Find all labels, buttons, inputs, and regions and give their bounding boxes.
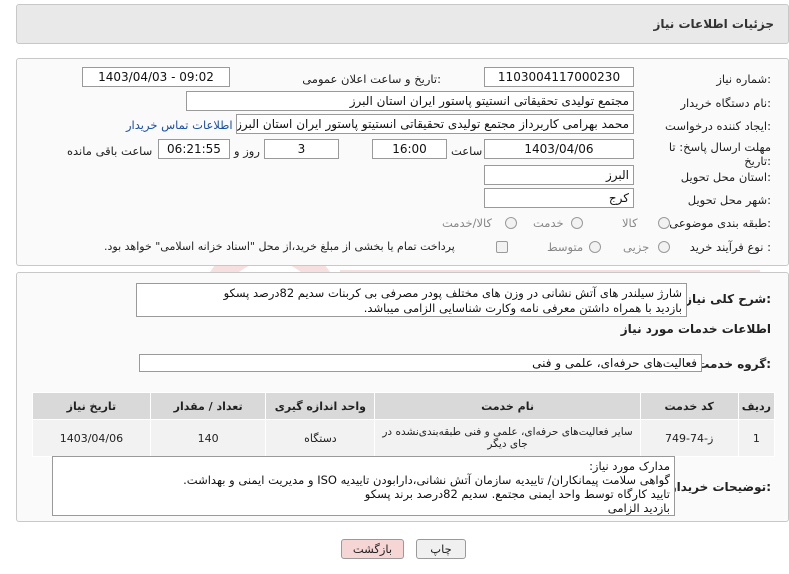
treasury-payment-checkbox[interactable] bbox=[496, 241, 508, 253]
cell-date: 1403/04/06 bbox=[32, 419, 151, 457]
process-label: نوع فرآیند خرید : bbox=[689, 240, 771, 254]
need-number-label: شماره نیاز: bbox=[716, 72, 771, 86]
creator-field: محمد بهرامی کاربرداز مجتمع تولیدی تحقیقا… bbox=[236, 114, 634, 134]
days-field: 3 bbox=[264, 139, 339, 159]
buyer-notes-line-1: مدارک مورد نیاز: bbox=[589, 459, 670, 473]
service-group-field: فعالیت‌های حرفه‌ای، علمی و فنی bbox=[139, 354, 702, 372]
process-minor-radio[interactable] bbox=[658, 241, 670, 253]
col-name: نام خدمت bbox=[374, 392, 641, 420]
table-header-row: ردیف کد خدمت نام خدمت واحد اندازه گیری ت… bbox=[32, 392, 776, 420]
days-label: روز و bbox=[234, 144, 260, 158]
category-service-label: خدمت bbox=[533, 216, 564, 230]
buyer-notes-line-3: تایید کارگاه توسط واحد ایمنی مجتمع. سدیم… bbox=[364, 487, 670, 501]
category-label: طبقه بندی موضوعی: bbox=[669, 216, 771, 230]
deadline-time-field: 16:00 bbox=[372, 139, 447, 159]
buyer-notes-text: مدارک مورد نیاز: گواهی سلامت پیمانکاران/… bbox=[52, 456, 675, 516]
description-line-2: بازدید با همراه داشتن معرفی نامه وکارت ش… bbox=[363, 301, 682, 315]
services-section-title: اطلاعات خدمات مورد نیاز bbox=[620, 322, 771, 336]
buyer-contact-link[interactable]: اطلاعات تماس خریدار bbox=[126, 118, 233, 132]
buyer-label: نام دستگاه خریدار: bbox=[680, 96, 771, 110]
col-code: کد خدمت bbox=[639, 392, 739, 420]
description-line-1: شارژ سیلندر های آتش نشانی در وزن های مخت… bbox=[223, 286, 682, 300]
process-medium-label: متوسط bbox=[547, 240, 584, 254]
page-title: جزئیات اطلاعات نیاز bbox=[653, 17, 774, 31]
category-goods-label: کالا bbox=[622, 216, 638, 230]
deadline-label: مهلت ارسال پاسخ: تا تاریخ: bbox=[668, 140, 771, 168]
creator-label: ایجاد کننده درخواست: bbox=[665, 119, 771, 133]
cell-code: ز-74-749 bbox=[639, 419, 739, 457]
remaining-time-field: 06:21:55 bbox=[158, 139, 230, 159]
cell-unit: دستگاه bbox=[265, 419, 376, 457]
cell-name: سایر فعالیت‌های حرفه‌ای، علمی و فنی طبقه… bbox=[374, 419, 641, 457]
payment-note: پرداخت تمام یا بخشی از مبلغ خرید،از محل … bbox=[104, 240, 455, 253]
deadline-date-field: 1403/04/06 bbox=[484, 139, 634, 159]
announce-field: 1403/04/03 - 09:02 bbox=[82, 67, 230, 87]
need-number-field: 1103004117000230 bbox=[484, 67, 634, 87]
col-row: ردیف bbox=[737, 392, 776, 420]
process-medium-radio[interactable] bbox=[589, 241, 601, 253]
city-field: کرج bbox=[484, 188, 634, 208]
category-goods-radio[interactable] bbox=[658, 217, 670, 229]
buyer-field: مجتمع تولیدی تحقیقاتی انستیتو پاستور ایر… bbox=[186, 91, 634, 111]
cell-qty: 140 bbox=[149, 419, 267, 457]
process-minor-label: جزیی bbox=[623, 240, 650, 254]
province-label: استان محل تحویل: bbox=[680, 170, 771, 184]
service-group-label: گروه خدمت: bbox=[697, 357, 771, 371]
city-label: شهر محل تحویل: bbox=[687, 193, 771, 207]
description-label: شرح کلی نیاز: bbox=[685, 292, 771, 306]
category-service-radio[interactable] bbox=[571, 217, 583, 229]
remaining-label: ساعت باقی مانده bbox=[67, 144, 153, 158]
col-qty: تعداد / مقدار bbox=[149, 392, 267, 420]
buyer-notes-label: توضیحات خریدار: bbox=[669, 480, 771, 494]
print-button[interactable]: چاپ bbox=[416, 539, 466, 559]
page-header: جزئیات اطلاعات نیاز bbox=[16, 4, 789, 44]
back-button[interactable]: بازگشت bbox=[341, 539, 404, 559]
category-goods-service-label: کالا/خدمت bbox=[442, 216, 493, 230]
table-row: 1 ز-74-749 سایر فعالیت‌های حرفه‌ای، علمی… bbox=[32, 419, 776, 457]
services-table: ردیف کد خدمت نام خدمت واحد اندازه گیری ت… bbox=[32, 392, 776, 457]
buyer-notes-line-2: گواهی سلامت پیمانکاران/ تاییدیه سازمان آ… bbox=[183, 473, 670, 487]
cell-row: 1 bbox=[737, 419, 776, 457]
col-date: تاریخ نیاز bbox=[32, 392, 151, 420]
col-unit: واحد اندازه گیری bbox=[265, 392, 376, 420]
buyer-notes-line-4: بازدید الزامی bbox=[607, 501, 670, 515]
description-text: شارژ سیلندر های آتش نشانی در وزن های مخت… bbox=[136, 283, 687, 317]
deadline-time-label: ساعت bbox=[451, 144, 483, 158]
category-goods-service-radio[interactable] bbox=[505, 217, 517, 229]
province-field: البرز bbox=[484, 165, 634, 185]
announce-label: تاریخ و ساعت اعلان عمومی: bbox=[302, 72, 441, 86]
